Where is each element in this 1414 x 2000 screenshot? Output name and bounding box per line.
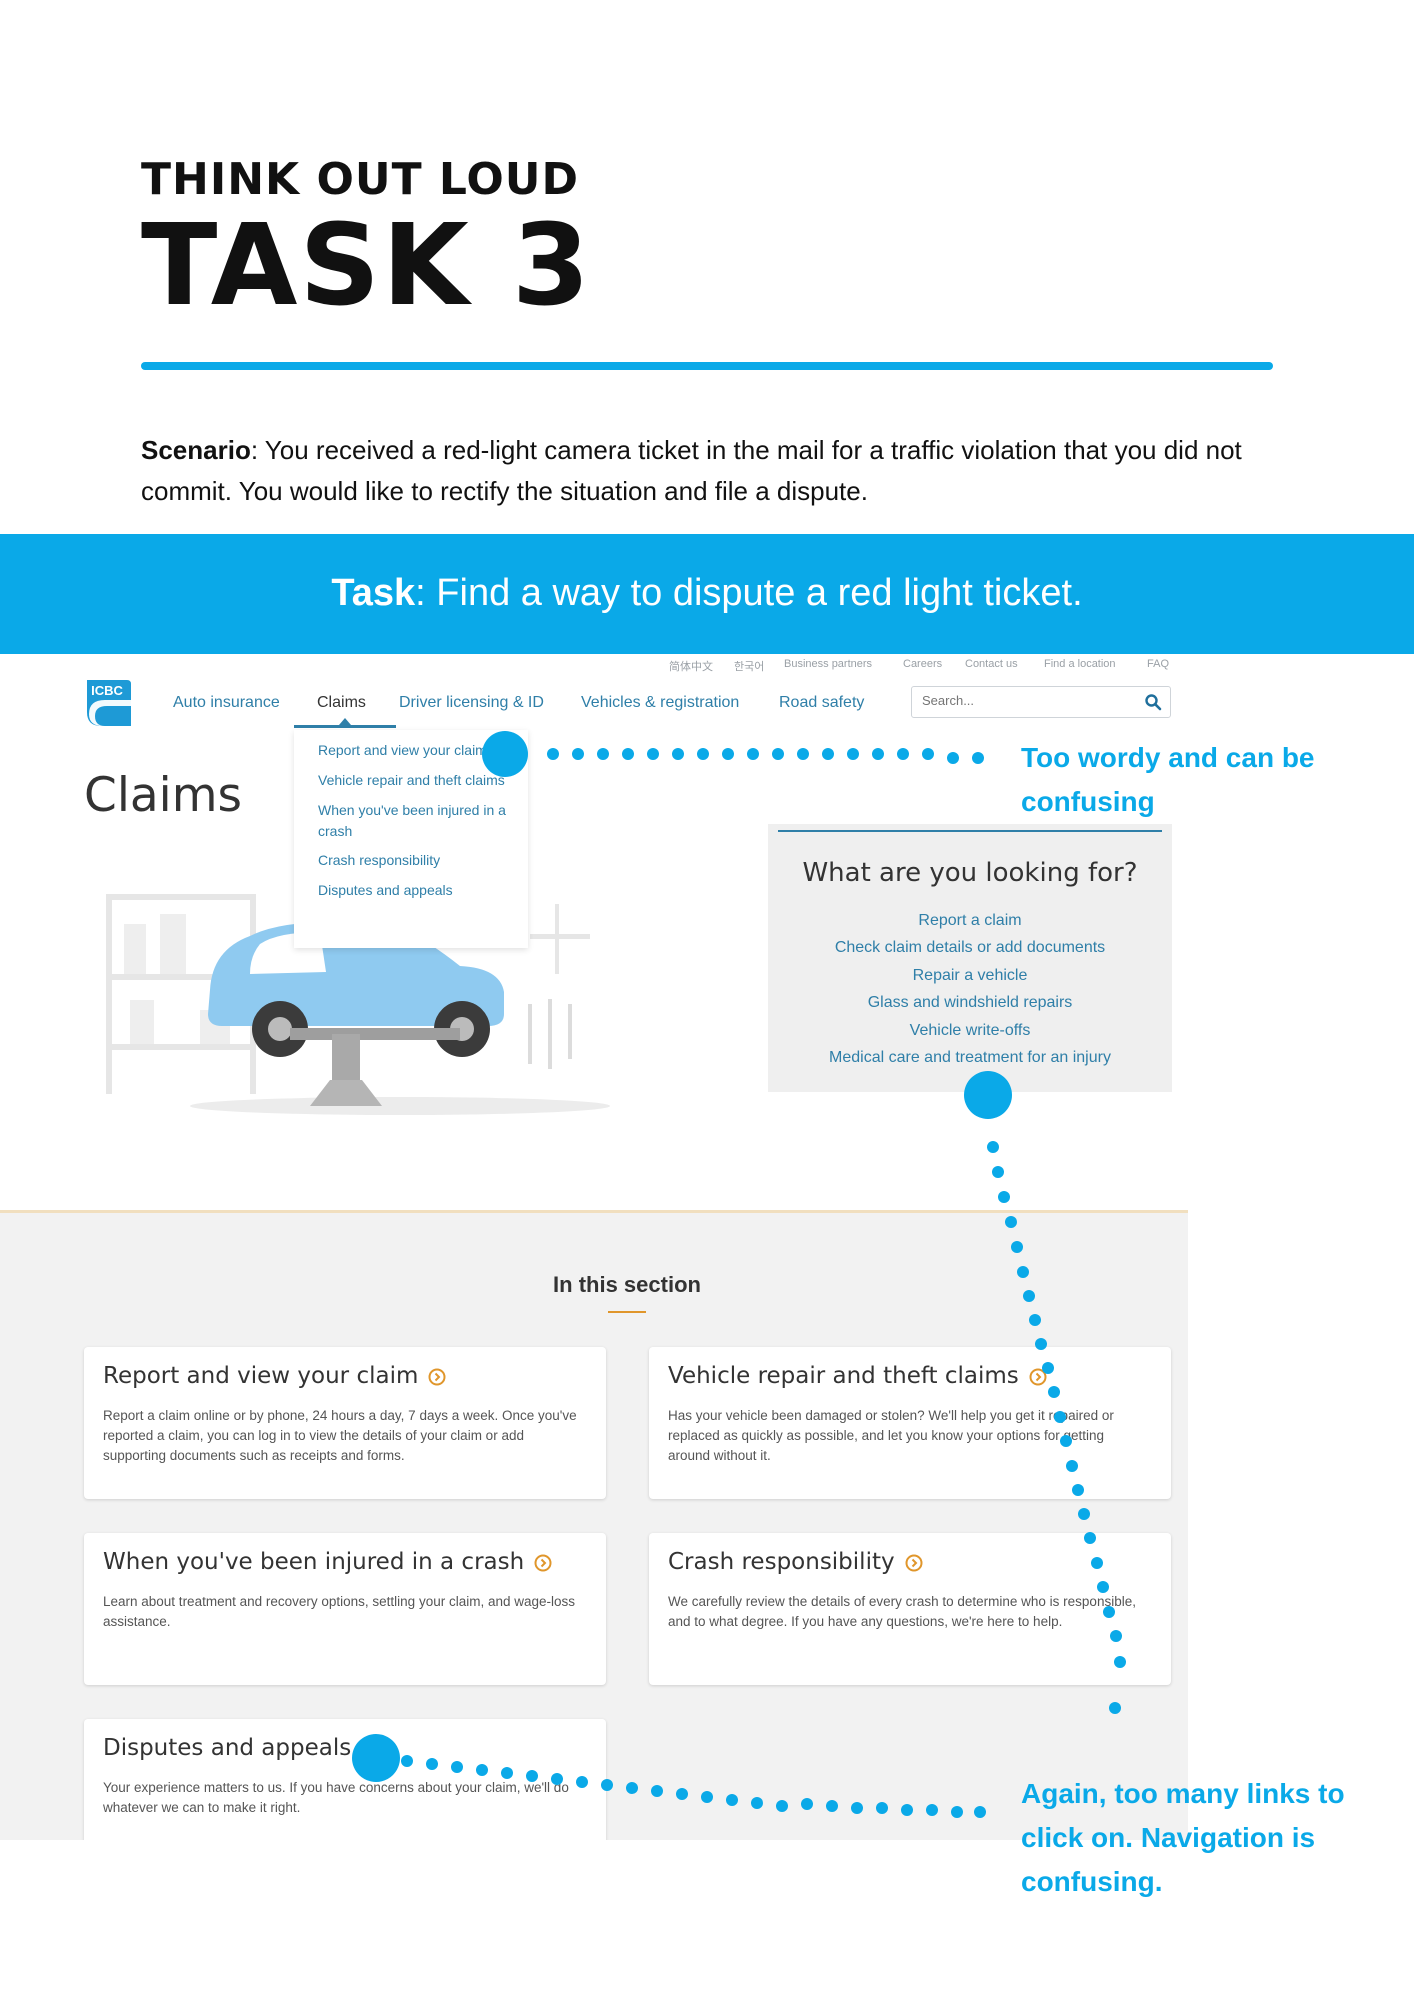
annotation-overlay [352,731,1126,1818]
annotation-note-wordy: Too wordy and can be confusing [1021,742,1315,817]
annotation-dotted-line [401,1755,986,1818]
annotation-marker [352,1734,400,1782]
annotation-marker [482,731,528,777]
annotation-marker [964,1071,1012,1119]
annotation-note-navigation: Again, too many links to click on. Navig… [1021,1778,1345,1897]
annotation-dotted-line [987,1141,1126,1714]
annotation-dotted-line [547,748,984,764]
